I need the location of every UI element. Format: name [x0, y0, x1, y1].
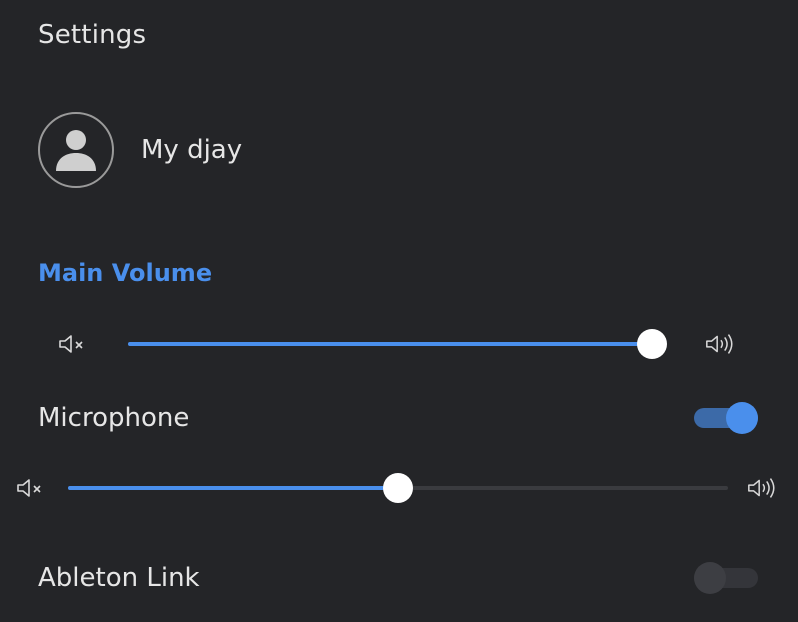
slider-fill [68, 486, 398, 490]
volume-high-icon [746, 475, 778, 501]
slider-thumb[interactable] [383, 473, 413, 503]
profile-label: My djay [141, 135, 243, 165]
toggle-knob [694, 562, 726, 594]
profile-button[interactable]: My djay [38, 110, 242, 190]
page-title: Settings [38, 20, 147, 50]
microphone-toggle[interactable] [694, 402, 758, 434]
slider-thumb[interactable] [637, 329, 667, 359]
main-volume-slider[interactable] [128, 329, 667, 359]
ableton-link-label: Ableton Link [38, 563, 200, 593]
settings-panel: Settings My djay Main Volume Microphone [0, 0, 798, 622]
volume-mute-icon [56, 331, 88, 357]
main-volume-heading: Main Volume [38, 259, 213, 287]
toggle-knob [726, 402, 758, 434]
user-icon [56, 130, 96, 171]
volume-mute-icon [14, 475, 46, 501]
avatar [38, 112, 114, 188]
volume-high-icon [704, 331, 736, 357]
microphone-label: Microphone [38, 403, 190, 433]
ableton-link-toggle[interactable] [694, 562, 758, 594]
slider-fill [128, 342, 652, 346]
microphone-slider[interactable] [68, 473, 728, 503]
